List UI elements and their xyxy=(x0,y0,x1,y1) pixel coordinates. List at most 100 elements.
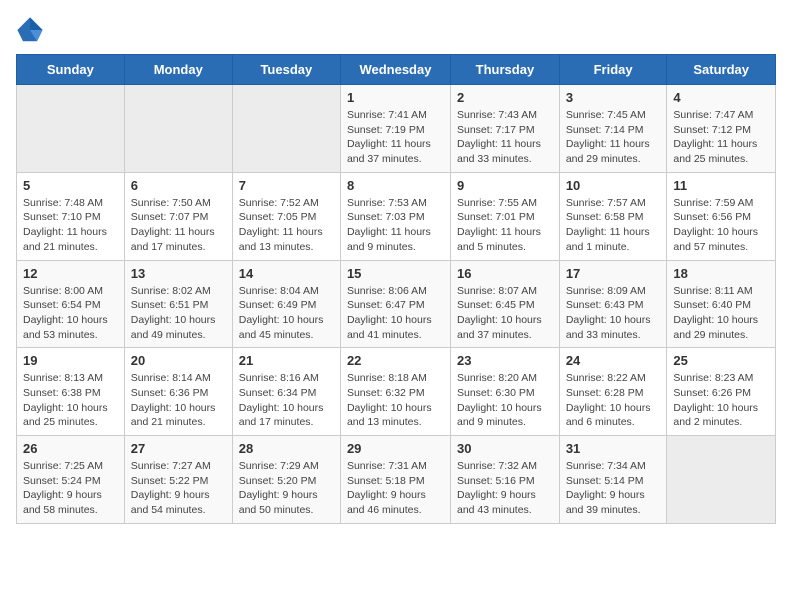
day-info: Sunrise: 7:25 AM Sunset: 5:24 PM Dayligh… xyxy=(23,459,118,518)
day-info: Sunrise: 8:09 AM Sunset: 6:43 PM Dayligh… xyxy=(566,284,661,343)
calendar-cell: 30 Sunrise: 7:32 AM Sunset: 5:16 PM Dayli… xyxy=(451,436,560,524)
calendar-cell: 27 Sunrise: 7:27 AM Sunset: 5:22 PM Dayli… xyxy=(124,436,232,524)
day-info: Sunrise: 8:22 AM Sunset: 6:28 PM Dayligh… xyxy=(566,371,661,430)
day-info: Sunrise: 7:29 AM Sunset: 5:20 PM Dayligh… xyxy=(239,459,334,518)
day-info: Sunrise: 8:00 AM Sunset: 6:54 PM Dayligh… xyxy=(23,284,118,343)
calendar-cell: 8Sunrise: 7:53 AM Sunset: 7:03 PM Daylig… xyxy=(340,172,450,260)
day-number: 22 xyxy=(347,353,444,368)
day-info: Sunrise: 7:50 AM Sunset: 7:07 PM Dayligh… xyxy=(131,196,226,255)
day-number: 10 xyxy=(566,178,661,193)
day-info: Sunrise: 8:13 AM Sunset: 6:38 PM Dayligh… xyxy=(23,371,118,430)
day-number: 1 xyxy=(347,90,444,105)
calendar-table: SundayMondayTuesdayWednesdayThursdayFrid… xyxy=(16,54,776,524)
calendar-week-row: 1 Sunrise: 7:41 AM Sunset: 7:19 PM Daylig… xyxy=(17,85,776,173)
day-info: Sunrise: 8:23 AM Sunset: 6:26 PM Dayligh… xyxy=(673,371,769,430)
day-number: 28 xyxy=(239,441,334,456)
day-number: 21 xyxy=(239,353,334,368)
day-info: Sunrise: 7:34 AM Sunset: 5:14 PM Dayligh… xyxy=(566,459,661,518)
calendar-cell: 22 Sunrise: 8:18 AM Sunset: 6:32 PM Dayli… xyxy=(340,348,450,436)
calendar-cell xyxy=(17,85,125,173)
calendar-cell: 29 Sunrise: 7:31 AM Sunset: 5:18 PM Dayli… xyxy=(340,436,450,524)
calendar-cell: 7 Sunrise: 7:52 AM Sunset: 7:05 PM Daylig… xyxy=(232,172,340,260)
day-number: 25 xyxy=(673,353,769,368)
calendar-cell: 26 Sunrise: 7:25 AM Sunset: 5:24 PM Dayli… xyxy=(17,436,125,524)
day-number: 15 xyxy=(347,266,444,281)
day-info: Sunrise: 8:04 AM Sunset: 6:49 PM Dayligh… xyxy=(239,284,334,343)
calendar-cell: 19 Sunrise: 8:13 AM Sunset: 6:38 PM Dayli… xyxy=(17,348,125,436)
day-number: 14 xyxy=(239,266,334,281)
day-info: Sunrise: 8:07 AM Sunset: 6:45 PM Dayligh… xyxy=(457,284,553,343)
calendar-cell: 5Sunrise: 7:48 AM Sunset: 7:10 PM Daylig… xyxy=(17,172,125,260)
calendar-cell: 12Sunrise: 8:00 AM Sunset: 6:54 PM Dayli… xyxy=(17,260,125,348)
day-info: Sunrise: 8:20 AM Sunset: 6:30 PM Dayligh… xyxy=(457,371,553,430)
calendar-cell: 18Sunrise: 8:11 AM Sunset: 6:40 PM Dayli… xyxy=(667,260,776,348)
day-number: 16 xyxy=(457,266,553,281)
calendar-cell xyxy=(124,85,232,173)
calendar-week-row: 26 Sunrise: 7:25 AM Sunset: 5:24 PM Dayli… xyxy=(17,436,776,524)
day-info: Sunrise: 7:27 AM Sunset: 5:22 PM Dayligh… xyxy=(131,459,226,518)
calendar-cell: 28 Sunrise: 7:29 AM Sunset: 5:20 PM Dayli… xyxy=(232,436,340,524)
day-info: Sunrise: 8:06 AM Sunset: 6:47 PM Dayligh… xyxy=(347,284,444,343)
day-number: 27 xyxy=(131,441,226,456)
day-number: 24 xyxy=(566,353,661,368)
calendar-cell: 14 Sunrise: 8:04 AM Sunset: 6:49 PM Dayli… xyxy=(232,260,340,348)
calendar-cell xyxy=(232,85,340,173)
calendar-cell: 10 Sunrise: 7:57 AM Sunset: 6:58 PM Dayli… xyxy=(559,172,667,260)
col-header-tuesday: Tuesday xyxy=(232,55,340,85)
calendar-cell: 9 Sunrise: 7:55 AM Sunset: 7:01 PM Daylig… xyxy=(451,172,560,260)
calendar-cell: 1 Sunrise: 7:41 AM Sunset: 7:19 PM Daylig… xyxy=(340,85,450,173)
calendar-cell: 2 Sunrise: 7:43 AM Sunset: 7:17 PM Daylig… xyxy=(451,85,560,173)
day-number: 30 xyxy=(457,441,553,456)
logo-icon xyxy=(16,16,44,44)
day-number: 23 xyxy=(457,353,553,368)
col-header-friday: Friday xyxy=(559,55,667,85)
day-number: 7 xyxy=(239,178,334,193)
day-info: Sunrise: 7:55 AM Sunset: 7:01 PM Dayligh… xyxy=(457,196,553,255)
calendar-cell: 11 Sunrise: 7:59 AM Sunset: 6:56 PM Dayli… xyxy=(667,172,776,260)
day-info: Sunrise: 8:16 AM Sunset: 6:34 PM Dayligh… xyxy=(239,371,334,430)
day-info: Sunrise: 7:31 AM Sunset: 5:18 PM Dayligh… xyxy=(347,459,444,518)
day-number: 8 xyxy=(347,178,444,193)
day-info: Sunrise: 7:43 AM Sunset: 7:17 PM Dayligh… xyxy=(457,108,553,167)
day-info: Sunrise: 8:02 AM Sunset: 6:51 PM Dayligh… xyxy=(131,284,226,343)
day-number: 20 xyxy=(131,353,226,368)
calendar-cell: 13 Sunrise: 8:02 AM Sunset: 6:51 PM Dayli… xyxy=(124,260,232,348)
calendar-header-row: SundayMondayTuesdayWednesdayThursdayFrid… xyxy=(17,55,776,85)
calendar-cell: 15 Sunrise: 8:06 AM Sunset: 6:47 PM Dayli… xyxy=(340,260,450,348)
day-info: Sunrise: 7:32 AM Sunset: 5:16 PM Dayligh… xyxy=(457,459,553,518)
calendar-week-row: 5Sunrise: 7:48 AM Sunset: 7:10 PM Daylig… xyxy=(17,172,776,260)
day-number: 6 xyxy=(131,178,226,193)
day-number: 2 xyxy=(457,90,553,105)
page-header xyxy=(16,16,776,44)
day-number: 4 xyxy=(673,90,769,105)
day-number: 18 xyxy=(673,266,769,281)
day-info: Sunrise: 8:18 AM Sunset: 6:32 PM Dayligh… xyxy=(347,371,444,430)
day-number: 19 xyxy=(23,353,118,368)
day-number: 9 xyxy=(457,178,553,193)
day-info: Sunrise: 7:59 AM Sunset: 6:56 PM Dayligh… xyxy=(673,196,769,255)
calendar-cell: 20 Sunrise: 8:14 AM Sunset: 6:36 PM Dayli… xyxy=(124,348,232,436)
calendar-cell: 17 Sunrise: 8:09 AM Sunset: 6:43 PM Dayli… xyxy=(559,260,667,348)
day-number: 26 xyxy=(23,441,118,456)
day-number: 11 xyxy=(673,178,769,193)
day-info: Sunrise: 8:14 AM Sunset: 6:36 PM Dayligh… xyxy=(131,371,226,430)
day-info: Sunrise: 7:45 AM Sunset: 7:14 PM Dayligh… xyxy=(566,108,661,167)
day-number: 3 xyxy=(566,90,661,105)
col-header-saturday: Saturday xyxy=(667,55,776,85)
day-info: Sunrise: 7:52 AM Sunset: 7:05 PM Dayligh… xyxy=(239,196,334,255)
logo xyxy=(16,16,48,44)
calendar-cell: 6 Sunrise: 7:50 AM Sunset: 7:07 PM Daylig… xyxy=(124,172,232,260)
calendar-cell: 16 Sunrise: 8:07 AM Sunset: 6:45 PM Dayli… xyxy=(451,260,560,348)
calendar-cell: 3 Sunrise: 7:45 AM Sunset: 7:14 PM Daylig… xyxy=(559,85,667,173)
day-info: Sunrise: 7:41 AM Sunset: 7:19 PM Dayligh… xyxy=(347,108,444,167)
calendar-cell: 31 Sunrise: 7:34 AM Sunset: 5:14 PM Dayli… xyxy=(559,436,667,524)
day-number: 17 xyxy=(566,266,661,281)
calendar-week-row: 19 Sunrise: 8:13 AM Sunset: 6:38 PM Dayli… xyxy=(17,348,776,436)
day-number: 31 xyxy=(566,441,661,456)
day-number: 29 xyxy=(347,441,444,456)
calendar-cell: 21 Sunrise: 8:16 AM Sunset: 6:34 PM Dayli… xyxy=(232,348,340,436)
calendar-cell: 4Sunrise: 7:47 AM Sunset: 7:12 PM Daylig… xyxy=(667,85,776,173)
day-number: 13 xyxy=(131,266,226,281)
day-info: Sunrise: 7:57 AM Sunset: 6:58 PM Dayligh… xyxy=(566,196,661,255)
col-header-monday: Monday xyxy=(124,55,232,85)
